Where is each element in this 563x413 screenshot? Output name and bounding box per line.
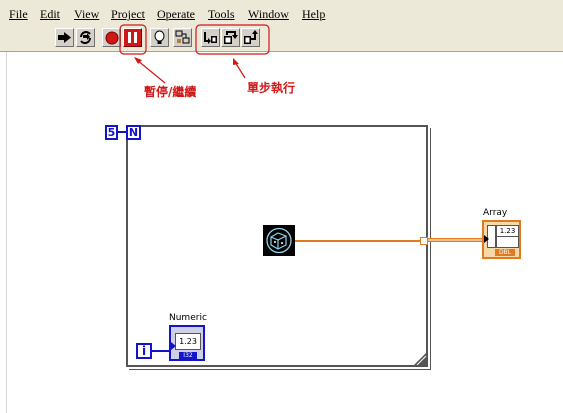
array-input-arrow-icon xyxy=(484,235,489,243)
pause-continue-label: 暫停/繼續 xyxy=(144,85,197,99)
auto-index-tunnel[interactable] xyxy=(420,237,428,245)
pause-highlight-box xyxy=(119,24,147,55)
loop-count-terminal[interactable]: N xyxy=(126,125,141,140)
numeric-value: 1.23 xyxy=(175,333,201,350)
step-arrowhead xyxy=(233,58,239,65)
array-indicator[interactable]: 1.23 DBL xyxy=(482,220,521,259)
dice-icon xyxy=(266,227,292,254)
pause-arrow xyxy=(136,59,166,84)
numeric-label: Numeric xyxy=(169,313,207,323)
input-arrow-icon xyxy=(171,342,176,350)
loop-count-constant[interactable]: 5 xyxy=(105,125,118,140)
loop-resize-corner[interactable] xyxy=(414,353,426,365)
array-element-2 xyxy=(496,236,519,248)
numeric-indicator[interactable]: 1.23 I32 xyxy=(169,325,205,361)
random-number-function[interactable] xyxy=(263,225,295,256)
array-type-tag: DBL xyxy=(495,249,515,256)
count-wire xyxy=(118,131,126,133)
iteration-wire xyxy=(152,350,170,352)
array-wire-highlight xyxy=(428,239,482,241)
array-label: Array xyxy=(483,208,508,218)
numeric-type-tag: I32 xyxy=(179,352,197,359)
data-wire xyxy=(295,240,421,242)
iteration-terminal[interactable]: i xyxy=(136,343,152,359)
step-execution-label: 單步執行 xyxy=(247,81,296,95)
step-highlight-box xyxy=(195,24,270,55)
